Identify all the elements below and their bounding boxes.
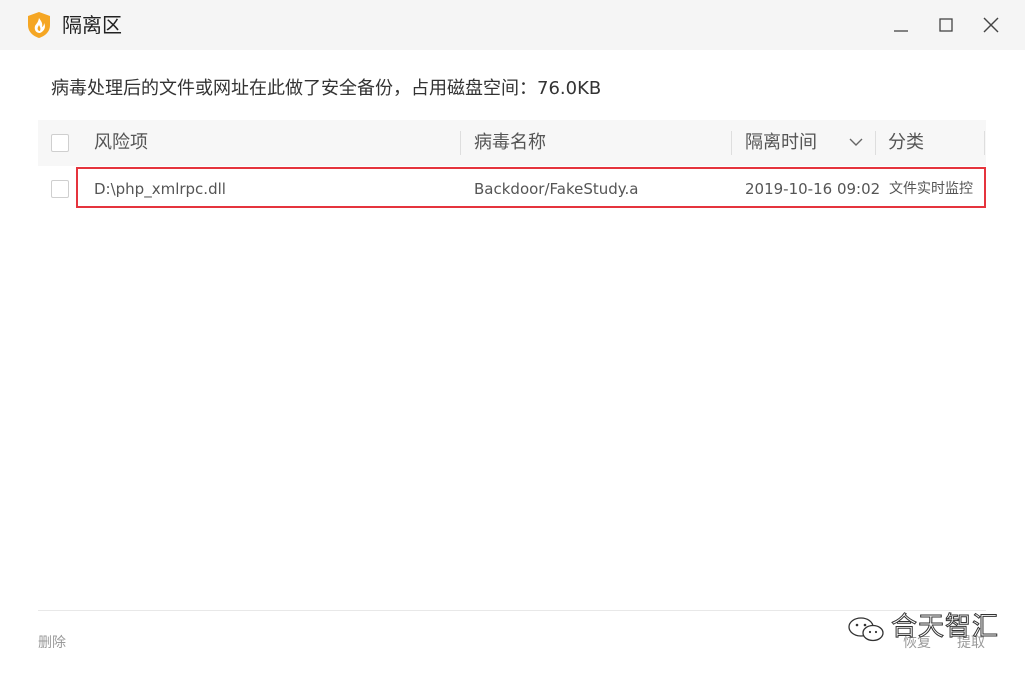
column-divider[interactable] <box>984 131 985 155</box>
column-divider[interactable] <box>460 131 461 155</box>
chevron-down-icon[interactable] <box>849 137 863 147</box>
risk-item-path: D:\php_xmlrpc.dll <box>94 180 226 198</box>
row-checkbox[interactable] <box>51 180 69 198</box>
footer-divider <box>38 610 986 611</box>
window-title: 隔离区 <box>62 13 122 37</box>
column-header-quarantine-time[interactable]: 隔离时间 <box>745 132 817 154</box>
virus-name: Backdoor/FakeStudy.a <box>474 180 639 198</box>
column-header-risk-item[interactable]: 风险项 <box>94 132 148 154</box>
column-divider[interactable] <box>731 131 732 155</box>
delete-button[interactable]: 删除 <box>38 634 66 652</box>
maximize-icon[interactable] <box>933 12 959 38</box>
table-header: 风险项 病毒名称 隔离时间 分类 <box>38 120 986 166</box>
category: 文件实时监控 <box>889 181 973 197</box>
disk-usage-info: 病毒处理后的文件或网址在此做了安全备份，占用磁盘空间：76.0KB <box>51 78 602 99</box>
quarantine-time: 2019-10-16 09:02 <box>745 180 881 198</box>
column-header-virus-name[interactable]: 病毒名称 <box>474 132 546 154</box>
shield-flame-icon <box>28 12 50 38</box>
minimize-icon[interactable] <box>888 12 914 38</box>
watermark-text: 合天智汇 <box>890 612 1000 643</box>
column-divider[interactable] <box>875 131 876 155</box>
title-bar: 隔离区 <box>0 0 1025 50</box>
close-icon[interactable] <box>978 12 1004 38</box>
table-row[interactable]: D:\php_xmlrpc.dll Backdoor/FakeStudy.a 2… <box>38 166 986 212</box>
select-all-checkbox[interactable] <box>51 134 69 152</box>
column-header-category[interactable]: 分类 <box>888 132 924 154</box>
wechat-icon <box>848 617 884 642</box>
